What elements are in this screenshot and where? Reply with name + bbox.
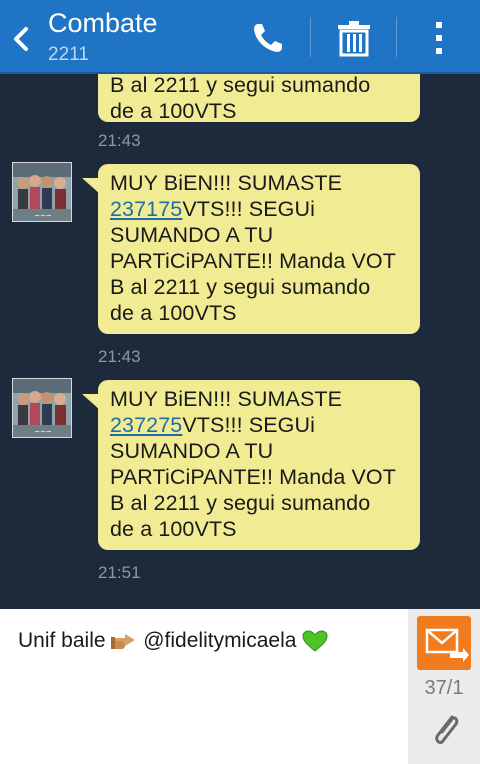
message-line: B al 2211 y segui sumando xyxy=(110,275,371,299)
compose-text-part: @fidelitymicaela xyxy=(137,629,303,652)
message-line: MUY BiEN!!! SUMASTE xyxy=(110,171,343,195)
message-input[interactable]: Unif baile @fidelitymicaela xyxy=(0,609,408,764)
message-line: PARTiCiPANTE!! Manda VOT xyxy=(110,249,396,273)
app-header: Combate 2211 xyxy=(0,0,480,74)
message-line: de a 100VTS xyxy=(110,301,237,325)
compose-text-part: Unif baile xyxy=(18,629,112,652)
message-bubble[interactable]: MUY BiEN!!! SUMASTE 237275VTS!!! SEGUi S… xyxy=(82,380,420,550)
message-time: 21:43 xyxy=(98,131,141,150)
message-line: SUMANDO A TU xyxy=(110,439,274,463)
message-time: 21:43 xyxy=(98,347,141,366)
header-divider xyxy=(396,17,397,57)
header-divider xyxy=(310,17,311,57)
avatar[interactable]: ~~~ xyxy=(12,378,72,438)
send-envelope-icon xyxy=(425,628,469,662)
conversation-number: 2211 xyxy=(48,44,89,65)
bubble-tail xyxy=(82,394,100,410)
message-line: B al 2211 y segui sumando xyxy=(110,74,371,97)
message-time: 21:51 xyxy=(98,563,141,582)
conversation-title[interactable]: Combate xyxy=(48,8,158,39)
message-line: de a 100VTS xyxy=(110,517,237,541)
message-line: 237175VTS!!! SEGUi xyxy=(110,196,410,222)
avatar[interactable]: ~~~ xyxy=(12,162,72,222)
message-line: MUY BiEN!!! SUMASTE xyxy=(110,387,343,411)
phone-icon[interactable] xyxy=(246,16,290,60)
message-line: B al 2211 y segui sumando xyxy=(110,491,371,515)
send-button[interactable] xyxy=(417,616,471,670)
message-text: VTS!!! SEGUi xyxy=(182,197,315,221)
message-bubble[interactable]: MUY BiEN!!! SUMASTE 237175VTS!!! SEGUi S… xyxy=(82,164,420,334)
message-text: VTS!!! SEGUi xyxy=(182,413,315,437)
trash-icon[interactable] xyxy=(332,16,376,60)
message-line: SUMANDO A TU xyxy=(110,223,274,247)
char-counter: 37/1 xyxy=(424,677,464,699)
message-line: de a 100VTS xyxy=(110,99,237,123)
green-heart-emoji xyxy=(302,630,328,653)
message-bubble[interactable]: B al 2211 y segui sumando de a 100VTS xyxy=(98,74,420,123)
bubble-tail xyxy=(82,178,100,194)
chevron-left-icon[interactable] xyxy=(8,22,36,56)
compose-text[interactable]: Unif baile @fidelitymicaela xyxy=(18,629,328,653)
more-vert-icon[interactable] xyxy=(420,16,464,60)
message-list[interactable]: B al 2211 y segui sumando de a 100VTS 21… xyxy=(0,74,480,609)
compose-actions: 37/1 xyxy=(408,609,480,764)
number-link[interactable]: 237275 xyxy=(110,413,182,437)
message-line: 237275VTS!!! SEGUi xyxy=(110,412,410,438)
paperclip-icon[interactable] xyxy=(428,709,462,749)
message-line: PARTiCiPANTE!! Manda VOT xyxy=(110,465,396,489)
svg-text:~~~: ~~~ xyxy=(34,428,52,436)
number-link[interactable]: 237175 xyxy=(110,197,182,221)
svg-text:~~~: ~~~ xyxy=(34,212,52,220)
pointing-hand-emoji xyxy=(111,634,136,650)
